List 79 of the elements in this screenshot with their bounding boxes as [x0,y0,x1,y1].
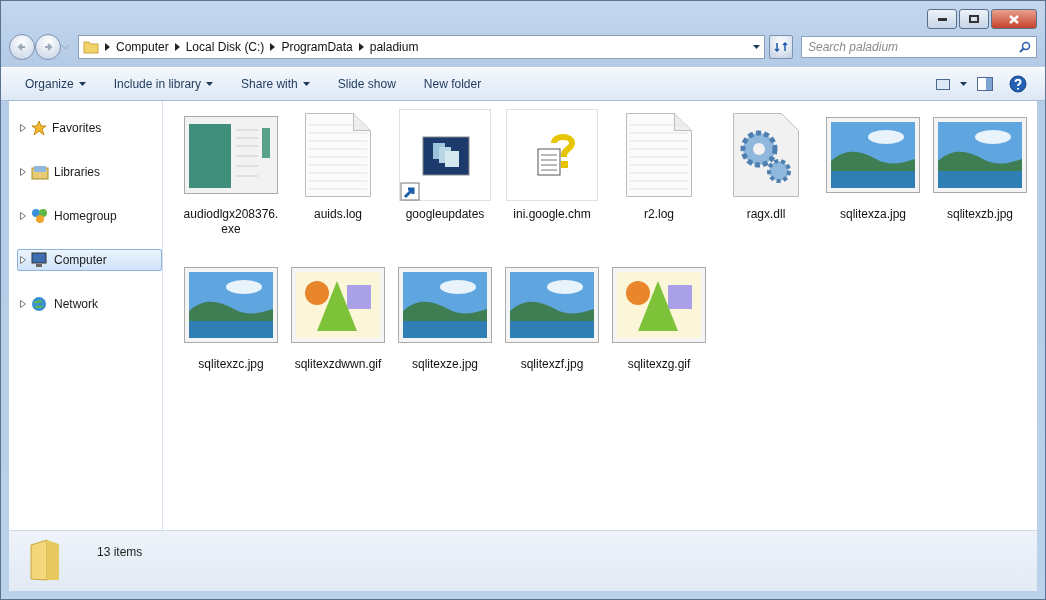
toolbar-button[interactable]: Organize [13,73,98,95]
navigation-item[interactable]: Libraries [17,161,162,183]
landscape-image-icon [398,267,492,343]
close-button[interactable] [991,9,1037,29]
back-button[interactable] [9,34,35,60]
shapes-image-icon [291,267,385,343]
file-item[interactable]: sqlitexze.jpg [395,257,495,407]
minimize-button[interactable] [927,9,957,29]
close-icon [1009,14,1019,24]
file-item[interactable]: sqlitexzc.jpg [181,257,281,407]
file-item[interactable]: ini.google.chm [502,107,602,257]
navigation-item[interactable]: Favorites [17,117,162,139]
file-item[interactable]: sqlitexzdwwn.gif [288,257,388,407]
breadcrumb[interactable]: Local Disk (C:) [185,40,265,54]
breadcrumb[interactable]: paladium [369,40,419,54]
navigation-item[interactable]: Network [17,293,162,315]
search-icon [1019,41,1031,53]
toolbar-button[interactable]: Include in library [101,73,226,95]
refresh-icon [774,41,788,53]
search-field[interactable]: Search paladium [801,36,1037,58]
landscape-image-icon [505,267,599,343]
view-icon [936,78,950,90]
computer-icon [31,252,49,268]
help-file-icon [506,109,598,201]
pane-icon [977,77,993,91]
forward-button[interactable] [35,34,61,60]
breadcrumb[interactable]: ProgramData [281,40,353,54]
network-icon [31,296,49,312]
minimize-icon [937,17,947,21]
chevron-icon [358,43,364,51]
caret-icon [78,82,86,86]
expand-arrow-icon [20,212,26,220]
text-document-icon [626,113,692,197]
back-arrow-icon [17,42,27,52]
navigation-item[interactable]: Computer [17,249,162,271]
chevron-icon [270,43,276,51]
help-icon [1009,75,1027,93]
library-icon [31,164,49,180]
star-icon [31,120,47,136]
expand-arrow-icon [20,124,26,132]
file-item[interactable]: sqlitexza.jpg [823,107,923,257]
item-count: 13 items [97,545,143,559]
breadcrumb[interactable]: Computer [116,40,169,54]
expand-arrow-icon [20,256,26,264]
toolbar-button[interactable]: Share with [229,73,322,95]
landscape-image-icon [826,117,920,193]
caret-icon [302,82,310,86]
window-thumbnail-icon [184,116,278,194]
file-item[interactable]: audiodlgx208376.exe [181,107,281,257]
file-item[interactable]: googleupdates [395,107,495,257]
caret-icon [206,82,214,86]
text-document-icon [305,113,371,197]
maximize-button[interactable] [959,9,989,29]
chevron-icon [174,43,180,51]
file-item[interactable]: auids.log [288,107,388,257]
expand-arrow-icon [20,300,26,308]
refresh-button[interactable] [769,35,793,59]
file-item[interactable]: sqlitexzg.gif [609,257,709,407]
shapes-image-icon [612,267,706,343]
homegroup-icon [31,208,49,224]
file-item[interactable]: r2.log [609,107,709,257]
caret-icon [960,82,967,86]
caret-icon [753,45,760,49]
maximize-icon [969,15,979,23]
address-bar[interactable]: Computer Local Disk (C:) ProgramData paladium [78,35,765,59]
file-item[interactable]: sqlitexzf.jpg [502,257,602,407]
file-item[interactable]: sqlitexzb.jpg [930,107,1030,257]
folder-icon [83,39,99,55]
landscape-image-icon [184,267,278,343]
toolbar-button[interactable]: New folder [411,73,494,95]
landscape-image-icon [933,117,1027,193]
toolbar-button[interactable]: Slide show [325,73,408,95]
chevron-icon [105,43,110,51]
forward-arrow-icon [43,42,53,52]
shortcut-program-icon [399,109,491,201]
gear-document-icon [733,113,799,197]
expand-arrow-icon [20,168,26,176]
navigation-item[interactable]: Homegroup [17,205,162,227]
file-item[interactable]: ragx.dll [716,107,816,257]
